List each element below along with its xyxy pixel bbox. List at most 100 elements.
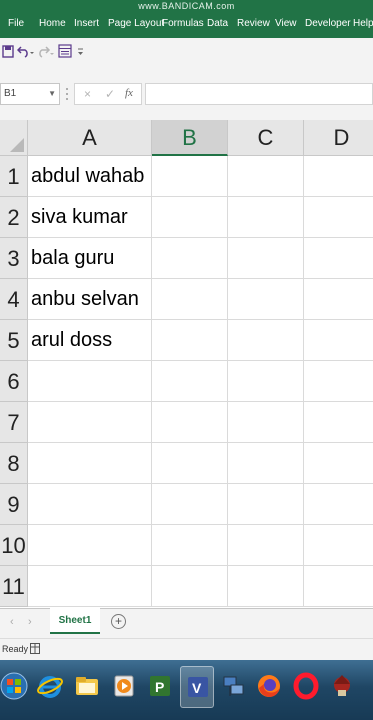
taskbar-network[interactable]	[216, 666, 250, 708]
cell-d11[interactable]	[304, 566, 373, 607]
cell-c11[interactable]	[228, 566, 304, 607]
cell-b5[interactable]	[152, 320, 228, 361]
cell-d3[interactable]	[304, 238, 373, 279]
cell-d1[interactable]	[304, 156, 373, 197]
row-header-7[interactable]: 7	[0, 402, 28, 443]
tab-data[interactable]: Data	[207, 13, 228, 35]
cell-c3[interactable]	[228, 238, 304, 279]
cell-d4[interactable]	[304, 279, 373, 320]
taskbar-visio[interactable]: V	[180, 666, 214, 708]
row-header-11[interactable]: 11	[0, 566, 28, 607]
row-header-1[interactable]: 1	[0, 156, 28, 197]
formula-input[interactable]	[145, 83, 373, 105]
cell-a6[interactable]	[28, 361, 152, 402]
cell-c8[interactable]	[228, 443, 304, 484]
redo-icon[interactable]	[37, 44, 55, 62]
row-header-9[interactable]: 9	[0, 484, 28, 525]
cell-b4[interactable]	[152, 279, 228, 320]
customize-icon[interactable]	[77, 44, 85, 62]
tab-insert[interactable]: Insert	[74, 13, 99, 35]
cell-c4[interactable]	[228, 279, 304, 320]
cell-d9[interactable]	[304, 484, 373, 525]
cell-b2[interactable]	[152, 197, 228, 238]
taskbar-app[interactable]	[325, 666, 359, 708]
taskbar-firefox[interactable]	[252, 666, 286, 708]
undo-icon[interactable]	[16, 44, 35, 62]
tab-file[interactable]: File	[8, 13, 24, 35]
save-icon[interactable]	[2, 44, 14, 62]
tab-view[interactable]: View	[275, 13, 297, 35]
cell-b8[interactable]	[152, 443, 228, 484]
cell-c7[interactable]	[228, 402, 304, 443]
cell-mode-icon[interactable]	[30, 643, 40, 654]
chevron-down-icon[interactable]: ▼	[48, 84, 56, 104]
sheet-tab-sheet1[interactable]: Sheet1	[50, 608, 100, 634]
cell-c10[interactable]	[228, 525, 304, 566]
taskbar-media-player[interactable]	[107, 666, 141, 708]
cell-a11[interactable]	[28, 566, 152, 607]
cell-b9[interactable]	[152, 484, 228, 525]
enter-icon[interactable]: ✓	[105, 86, 115, 102]
row-header-8[interactable]: 8	[0, 443, 28, 484]
row-header-5[interactable]: 5	[0, 320, 28, 361]
row-header-10[interactable]: 10	[0, 525, 28, 566]
column-header-c[interactable]: C	[228, 120, 304, 156]
cell-a5[interactable]: arul doss	[28, 320, 152, 361]
cell-c5[interactable]	[228, 320, 304, 361]
scroll-right-icon[interactable]: ›	[28, 616, 32, 628]
cell-a7[interactable]	[28, 402, 152, 443]
tab-review[interactable]: Review	[237, 13, 270, 35]
cell-d8[interactable]	[304, 443, 373, 484]
drag-handle-icon[interactable]	[64, 86, 70, 102]
cell-a2[interactable]: siva kumar	[28, 197, 152, 238]
column-header-a[interactable]: A	[28, 120, 152, 156]
cell-c9[interactable]	[228, 484, 304, 525]
cell-a9[interactable]	[28, 484, 152, 525]
cell-a1[interactable]: abdul wahab	[28, 156, 152, 197]
cell-a4[interactable]: anbu selvan	[28, 279, 152, 320]
taskbar-opera[interactable]	[289, 666, 323, 708]
cell-b11[interactable]	[152, 566, 228, 607]
cell-b3[interactable]	[152, 238, 228, 279]
taskbar-file-explorer[interactable]	[70, 666, 104, 708]
cell-a10[interactable]	[28, 525, 152, 566]
tab-home[interactable]: Home	[39, 13, 66, 35]
cell-d10[interactable]	[304, 525, 373, 566]
cell-b1[interactable]	[152, 156, 228, 197]
cell-d5[interactable]	[304, 320, 373, 361]
cell-b10[interactable]	[152, 525, 228, 566]
row-header-6[interactable]: 6	[0, 361, 28, 402]
tab-formulas[interactable]: Formulas	[162, 13, 204, 35]
tab-page-layout[interactable]: Page Layout	[108, 13, 164, 35]
row-header-4[interactable]: 4	[0, 279, 28, 320]
taskbar-project[interactable]: P	[143, 666, 177, 708]
form-icon[interactable]	[58, 44, 72, 62]
cell-d2[interactable]	[304, 197, 373, 238]
cell-a8[interactable]	[28, 443, 152, 484]
row-header-2[interactable]: 2	[0, 197, 28, 238]
row-header-3[interactable]: 3	[0, 238, 28, 279]
cell-c6[interactable]	[228, 361, 304, 402]
bandicam-watermark: www.BANDICAM.com	[138, 1, 235, 11]
column-header-d[interactable]: D	[304, 120, 373, 156]
cell-b7[interactable]	[152, 402, 228, 443]
cancel-icon[interactable]: ×	[84, 86, 91, 102]
cell-c1[interactable]	[228, 156, 304, 197]
tab-developer[interactable]: Developer	[305, 13, 351, 35]
taskbar-internet-explorer[interactable]	[33, 666, 67, 708]
cell-a3[interactable]: bala guru	[28, 238, 152, 279]
opera-icon	[293, 672, 319, 700]
select-all-button[interactable]	[0, 120, 28, 156]
cell-c2[interactable]	[228, 197, 304, 238]
cell-d6[interactable]	[304, 361, 373, 402]
column-header-b[interactable]: B	[152, 120, 228, 156]
insert-function-button[interactable]: fx	[125, 87, 133, 99]
new-sheet-button[interactable]: +	[111, 614, 126, 629]
cell-d7[interactable]	[304, 402, 373, 443]
visio-icon: V	[188, 677, 208, 697]
start-button[interactable]	[0, 666, 29, 708]
name-box[interactable]: B1 ▼	[0, 83, 60, 105]
tab-help[interactable]: Help	[353, 13, 373, 35]
scroll-left-icon[interactable]: ‹	[10, 616, 14, 628]
cell-b6[interactable]	[152, 361, 228, 402]
